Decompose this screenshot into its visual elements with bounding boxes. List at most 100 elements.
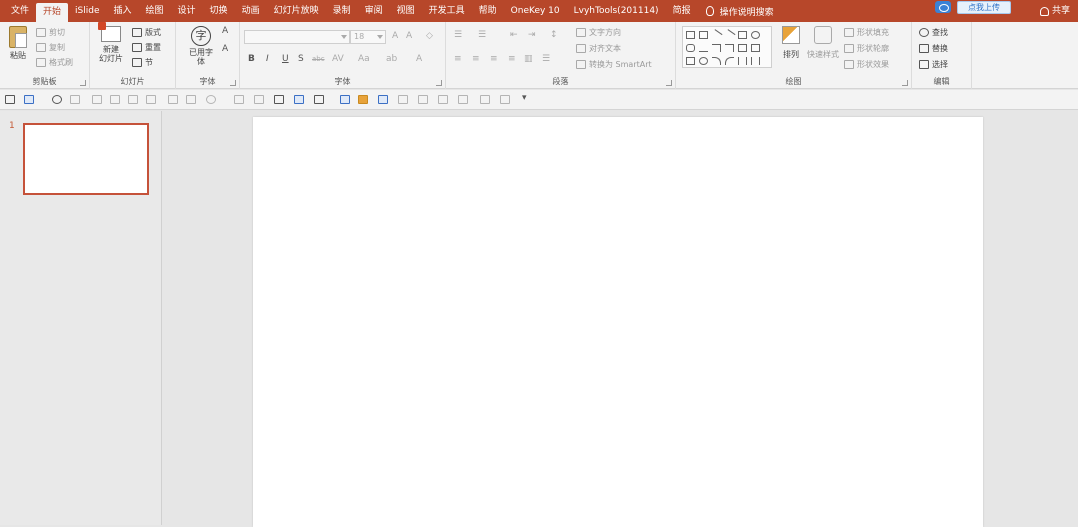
lock-icon[interactable] — [110, 95, 120, 104]
layout-button[interactable]: 版式 — [132, 27, 161, 38]
decrease-font-icon[interactable]: A — [406, 31, 412, 41]
find-button[interactable]: 查找 — [919, 27, 948, 38]
arc-shape-icon[interactable] — [712, 57, 721, 65]
increase-indent-icon[interactable]: ⇥ — [528, 30, 536, 40]
text-direction-button[interactable]: 文字方向 — [576, 27, 621, 38]
elbow-connector-icon[interactable] — [712, 44, 721, 52]
bring-forward-icon[interactable] — [458, 95, 468, 104]
callout-shape-icon[interactable] — [699, 57, 708, 65]
presenter-icon[interactable] — [70, 95, 80, 104]
bold-button[interactable]: B — [248, 54, 255, 64]
new-slide-button[interactable]: 新建 幻灯片 — [94, 22, 128, 63]
decrease-indent-icon[interactable]: ⇤ — [510, 30, 518, 40]
numbering-icon[interactable]: ☰ — [478, 30, 486, 40]
distribute-icon[interactable]: ☰ — [542, 54, 550, 64]
cut-button[interactable]: 剪切 — [36, 27, 65, 38]
font-name-select[interactable] — [244, 30, 350, 44]
strikethrough-button[interactable]: abc — [312, 55, 325, 63]
share-button[interactable]: 共享 — [1039, 0, 1070, 22]
copy-button[interactable]: 复制 — [36, 42, 65, 53]
tab-briefing[interactable]: 简报 — [666, 0, 698, 22]
curve-shape-icon[interactable] — [725, 57, 734, 65]
align-left-icon[interactable]: ≡ — [454, 54, 462, 64]
oval-shape-icon[interactable] — [751, 31, 760, 39]
columns-icon[interactable]: ▥ — [524, 54, 533, 64]
tab-record[interactable]: 录制 — [326, 0, 358, 22]
rectangle-shape-icon[interactable] — [738, 31, 747, 39]
tab-file[interactable]: 文件 — [4, 0, 36, 22]
customize-qat-icon[interactable]: ▾ — [522, 93, 527, 103]
char-spacing-button[interactable]: AV — [332, 54, 344, 64]
format-painter-button[interactable]: 格式刷 — [36, 57, 73, 68]
clear-format-icon[interactable]: ◇ — [426, 31, 433, 41]
insert-shape-icon[interactable] — [294, 95, 304, 104]
send-backward-icon[interactable] — [480, 95, 490, 104]
tab-developer[interactable]: 开发工具 — [422, 0, 472, 22]
dialog-launcher-icon[interactable] — [902, 80, 908, 86]
align-center-icon[interactable]: ≡ — [472, 54, 480, 64]
paste-button[interactable]: 粘贴 — [6, 26, 30, 60]
tab-slideshow[interactable]: 幻灯片放映 — [267, 0, 326, 22]
brace-right-shape-icon[interactable] — [751, 57, 760, 65]
bullets-icon[interactable]: ☰ — [454, 30, 462, 40]
distribute-icon[interactable] — [128, 95, 138, 104]
slide-canvas[interactable] — [253, 117, 983, 527]
reset-button[interactable]: 重置 — [132, 42, 161, 53]
link-icon[interactable] — [398, 95, 408, 104]
save-icon[interactable] — [5, 95, 15, 104]
shape-effects-button[interactable]: 形状效果 — [844, 59, 889, 70]
shrink-font-icon[interactable]: A — [222, 44, 228, 54]
cloud-upload[interactable]: 点我上传 — [935, 0, 1011, 14]
triangle-shape-icon[interactable] — [699, 44, 708, 52]
tab-draw[interactable]: 绘图 — [139, 0, 171, 22]
line-shape-icon[interactable] — [710, 29, 723, 41]
tab-view[interactable]: 视图 — [390, 0, 422, 22]
used-fonts-button[interactable]: 字 已用字 体 — [184, 26, 218, 66]
size-icon[interactable] — [168, 95, 178, 104]
upload-button[interactable]: 点我上传 — [957, 0, 1011, 14]
dialog-launcher-icon[interactable] — [230, 80, 236, 86]
tab-onekey[interactable]: OneKey 10 — [504, 0, 567, 22]
justify-icon[interactable]: ≡ — [508, 54, 516, 64]
freeform-shape-icon[interactable] — [686, 57, 695, 65]
tab-home[interactable]: 开始 — [36, 3, 69, 22]
select-pane-icon[interactable] — [500, 95, 510, 104]
arrange-button[interactable]: 排列 — [778, 26, 804, 59]
grow-font-icon[interactable]: A — [222, 26, 228, 36]
merge-icon[interactable] — [340, 95, 350, 104]
tab-design[interactable]: 设计 — [171, 0, 203, 22]
copy-format-icon[interactable] — [418, 95, 428, 104]
shape-icon[interactable] — [206, 95, 216, 104]
align-icon[interactable] — [92, 95, 102, 104]
tab-help[interactable]: 帮助 — [472, 0, 504, 22]
tab-animations[interactable]: 动画 — [235, 0, 267, 22]
tab-islide[interactable]: iSlide — [68, 0, 106, 22]
slide-thumbnail[interactable] — [23, 123, 149, 195]
chart-icon[interactable] — [358, 95, 368, 104]
replace-button[interactable]: 替换 — [919, 43, 948, 54]
tab-transitions[interactable]: 切换 — [203, 0, 235, 22]
select-button[interactable]: 选择 — [919, 59, 948, 70]
shapes-icon[interactable] — [314, 95, 324, 104]
section-button[interactable]: 节 — [132, 57, 153, 68]
increase-font-icon[interactable]: A — [392, 31, 398, 41]
brace-left-shape-icon[interactable] — [738, 57, 747, 65]
picture-icon[interactable] — [274, 95, 284, 104]
rotate-icon[interactable] — [186, 95, 196, 104]
dialog-launcher-icon[interactable] — [80, 80, 86, 86]
change-case-button[interactable]: Aa — [358, 54, 370, 64]
line-spacing-icon[interactable]: ↕ — [550, 30, 558, 40]
italic-button[interactable]: I — [266, 54, 269, 64]
down-arrow-shape-icon[interactable] — [751, 44, 760, 52]
arrow-shape-icon[interactable] — [723, 29, 736, 41]
highlight-icon[interactable]: ab — [386, 54, 397, 64]
tab-lvyhtools[interactable]: LvyhTools(201114) — [567, 0, 666, 22]
underline-button[interactable]: U — [282, 54, 289, 64]
elbow-arrow-icon[interactable] — [725, 44, 734, 52]
dialog-launcher-icon[interactable] — [436, 80, 442, 86]
quick-styles-button[interactable]: 快速样式 — [806, 26, 840, 59]
right-arrow-shape-icon[interactable] — [738, 44, 747, 52]
table-icon[interactable] — [378, 95, 388, 104]
align-right-icon[interactable]: ≡ — [490, 54, 498, 64]
rounded-rect-shape-icon[interactable] — [686, 44, 695, 52]
